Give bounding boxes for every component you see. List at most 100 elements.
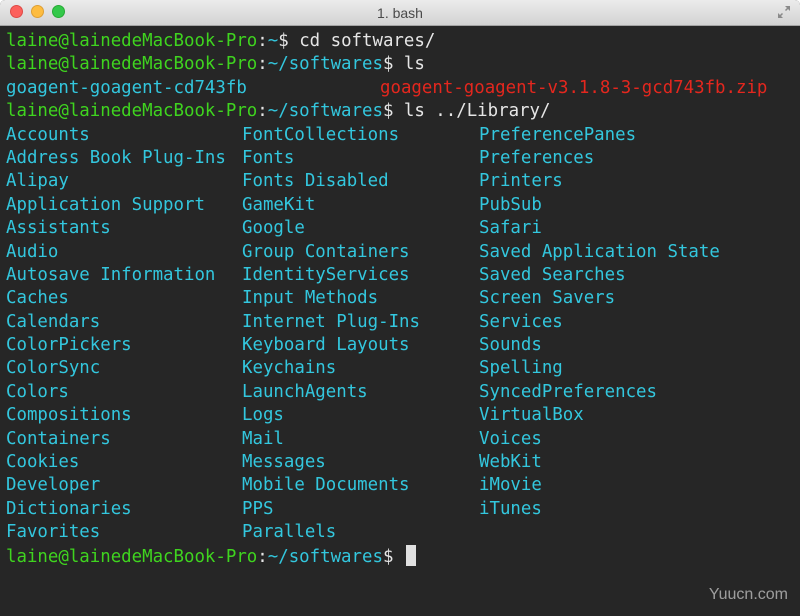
- directory-entry: IdentityServices: [242, 264, 410, 285]
- directory-entry: Google: [242, 218, 305, 239]
- directory-entry: Audio: [6, 241, 59, 262]
- directory-entry: Preferences: [479, 147, 595, 168]
- directory-entry: Accounts: [6, 124, 90, 145]
- directory-entry: Calendars: [6, 311, 101, 332]
- library-row: Favorites Parallels: [6, 521, 794, 544]
- watermark: Yuucn.com: [708, 586, 788, 603]
- directory-entry: iTunes: [479, 498, 542, 519]
- prompt-symbol: $: [278, 31, 289, 51]
- library-row: Caches Input Methods Screen Savers: [6, 287, 794, 310]
- directory-entry: Favorites: [6, 522, 101, 543]
- ls-output-line: goagent-goagent-cd743fb goagent-goagent-…: [6, 77, 794, 100]
- directory-entry: Cookies: [6, 452, 80, 473]
- library-row: ColorPickers Keyboard Layouts Sounds: [6, 334, 794, 357]
- prompt-user-host: laine@lainedeMacBook-Pro: [6, 546, 258, 567]
- prompt-path: ~/softwares: [267, 54, 383, 75]
- directory-entry: Caches: [6, 288, 69, 309]
- directory-entry: Voices: [479, 428, 542, 449]
- fullscreen-icon[interactable]: [777, 5, 791, 19]
- directory-entry: Sounds: [479, 335, 542, 356]
- directory-entry: Logs: [242, 405, 284, 426]
- command-text: ls: [393, 54, 425, 75]
- text-cursor[interactable]: [405, 544, 416, 566]
- title-bar: 1. bash: [0, 0, 800, 26]
- directory-entry: Fonts: [242, 147, 295, 168]
- archive-entry: goagent-goagent-v3.1.8-3-gcd743fb.zip: [380, 77, 768, 98]
- terminal-window: 1. bash laine@lainedeMacBook-Pro:~$ cd s…: [0, 0, 800, 616]
- directory-entry: Address Book Plug-Ins: [6, 147, 226, 168]
- directory-entry: Keychains: [242, 358, 337, 379]
- command-text: [393, 547, 403, 567]
- library-row: Calendars Internet Plug-Ins Services: [6, 311, 794, 334]
- directory-entry: LaunchAgents: [242, 381, 368, 402]
- library-row: Accounts FontCollections PreferencePanes: [6, 124, 794, 147]
- directory-entry: Dictionaries: [6, 498, 132, 519]
- directory-entry: Printers: [479, 171, 563, 192]
- window-title: 1. bash: [377, 5, 423, 21]
- directory-entry: Compositions: [6, 405, 132, 426]
- directory-entry: Autosave Information: [6, 264, 216, 285]
- library-row: Dictionaries PPS iTunes: [6, 498, 794, 521]
- directory-entry: SyncedPreferences: [479, 381, 657, 402]
- directory-entry: PubSub: [479, 194, 542, 215]
- directory-entry: Screen Savers: [479, 288, 616, 309]
- directory-entry: ColorPickers: [6, 335, 132, 356]
- prompt-separator: :: [257, 31, 268, 51]
- prompt-path: ~/softwares: [267, 101, 383, 122]
- library-row: Colors LaunchAgents SyncedPreferences: [6, 381, 794, 404]
- directory-entry: Input Methods: [242, 288, 379, 309]
- library-row: Assistants Google Safari: [6, 217, 794, 240]
- prompt-separator: :: [257, 101, 268, 122]
- directory-entry: Fonts Disabled: [242, 171, 389, 192]
- directory-entry: PPS: [242, 498, 274, 519]
- command-text: cd softwares/: [288, 31, 436, 51]
- prompt-user-host: laine@lainedeMacBook-Pro: [6, 54, 258, 75]
- prompt-separator: :: [257, 546, 268, 567]
- directory-entry: Mobile Documents: [242, 475, 410, 496]
- directory-entry: Spelling: [479, 358, 563, 379]
- directory-entry: Keyboard Layouts: [242, 335, 410, 356]
- directory-entry: GameKit: [242, 194, 316, 215]
- directory-entry: Safari: [479, 218, 542, 239]
- directory-entry: VirtualBox: [479, 405, 584, 426]
- library-row: Containers Mail Voices: [6, 428, 794, 451]
- directory-entry: PreferencePanes: [479, 124, 637, 145]
- directory-entry: Mail: [242, 428, 284, 449]
- directory-entry: Assistants: [6, 218, 111, 239]
- directory-entry: iMovie: [479, 475, 542, 496]
- library-row: Address Book Plug-Ins Fonts Preferences: [6, 147, 794, 170]
- library-row: Autosave Information IdentityServices Save…: [6, 264, 794, 287]
- directory-entry: Messages: [242, 452, 326, 473]
- directory-entry: Saved Application State: [479, 241, 720, 262]
- prompt-symbol: $: [382, 54, 394, 75]
- directory-entry: Services: [479, 311, 563, 332]
- prompt-path: ~/softwares: [267, 546, 383, 567]
- directory-entry: Internet Plug-Ins: [242, 311, 420, 332]
- directory-entry: WebKit: [479, 452, 542, 473]
- library-row: Cookies Messages WebKit: [6, 451, 794, 474]
- prompt-line: laine@lainedeMacBook-Pro:~/softwares$ ls: [6, 53, 794, 76]
- directory-entry: Group Containers: [242, 241, 410, 262]
- prompt-line: laine@lainedeMacBook-Pro:~/softwares$: [6, 544, 794, 568]
- directory-entry: Colors: [6, 381, 69, 402]
- command-text: ls ../Library/: [393, 101, 551, 122]
- prompt-path: ~: [267, 31, 279, 51]
- library-listing: Accounts FontCollections PreferencePanes Ad…: [6, 124, 794, 545]
- directory-entry: Application Support: [6, 194, 205, 215]
- directory-entry: Containers: [6, 428, 111, 449]
- library-row: ColorSync Keychains Spelling: [6, 357, 794, 380]
- library-row: Developer Mobile Documents iMovie: [6, 474, 794, 497]
- directory-entry: ColorSync: [6, 358, 101, 379]
- prompt-symbol: $: [382, 101, 394, 122]
- library-row: Alipay Fonts Disabled Printers: [6, 170, 794, 193]
- library-row: Compositions Logs VirtualBox: [6, 404, 794, 427]
- directory-entry: goagent-goagent-cd743fb: [6, 77, 247, 98]
- prompt-line: laine@lainedeMacBook-Pro:~$ cd softwares…: [6, 30, 794, 53]
- directory-entry: Parallels: [242, 522, 337, 543]
- prompt-user-host: laine@lainedeMacBook-Pro: [6, 31, 258, 51]
- directory-entry: FontCollections: [242, 124, 400, 145]
- prompt-line: laine@lainedeMacBook-Pro:~/softwares$ ls…: [6, 100, 794, 123]
- library-row: Application Support GameKit PubSub: [6, 194, 794, 217]
- terminal-output[interactable]: laine@lainedeMacBook-Pro:~$ cd softwares…: [0, 26, 800, 616]
- library-row: Audio Group Containers Saved Application S…: [6, 241, 794, 264]
